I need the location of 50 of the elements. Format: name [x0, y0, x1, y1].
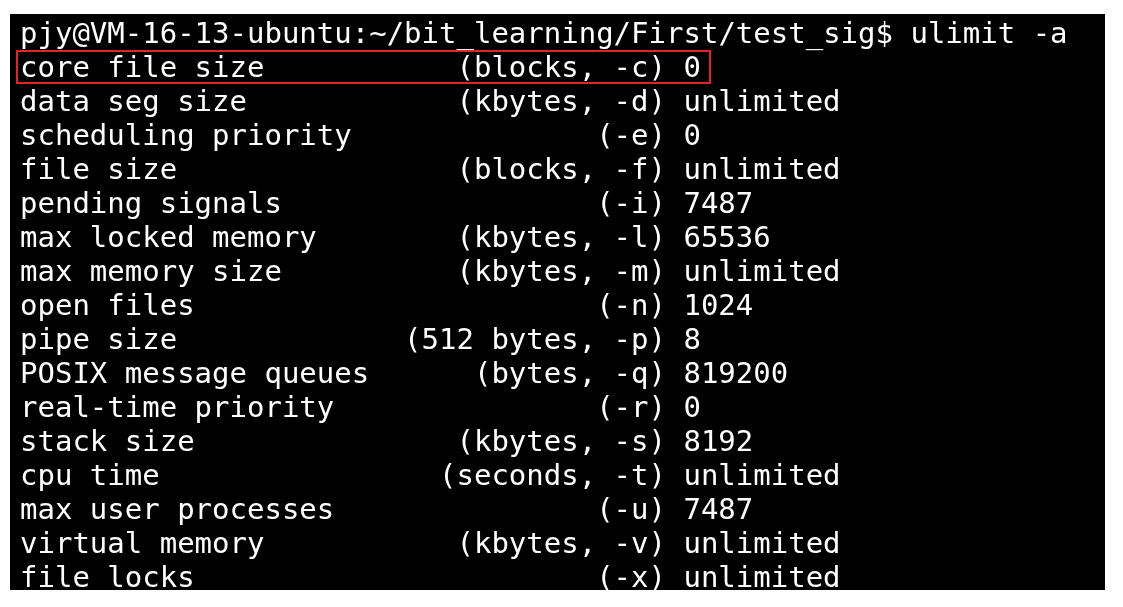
limit-option: (blocks, -f)	[404, 152, 666, 186]
limit-option: (512 bytes, -p)	[404, 322, 666, 356]
limit-option: (-x)	[404, 560, 666, 590]
limit-value: unlimited	[683, 560, 841, 590]
limit-option: (-n)	[404, 288, 666, 322]
limit-value: 0	[683, 50, 701, 84]
limit-name: stack size	[20, 424, 196, 458]
limit-option: (kbytes, -v)	[404, 526, 666, 560]
limit-option: (blocks, -c)	[404, 50, 666, 84]
limit-name: data seg size	[20, 84, 248, 118]
limit-value: 65536	[683, 220, 771, 254]
limit-value: unlimited	[683, 254, 841, 288]
limit-name: max locked memory	[20, 220, 318, 254]
limit-option: (-i)	[404, 186, 666, 220]
limit-name: POSIX message queues	[20, 356, 371, 390]
limit-name: scheduling priority	[20, 118, 353, 152]
limit-name: file locks	[20, 560, 196, 590]
limit-name: max user processes	[20, 492, 336, 526]
limit-option: (bytes, -q)	[404, 356, 666, 390]
limit-value: 0	[683, 390, 701, 424]
limit-option: (kbytes, -s)	[404, 424, 666, 458]
limit-option: (kbytes, -l)	[404, 220, 666, 254]
limit-value: unlimited	[683, 458, 841, 492]
limit-option: (kbytes, -d)	[404, 84, 666, 118]
limit-value: 819200	[683, 356, 789, 390]
limit-option: (-u)	[404, 492, 666, 526]
limit-name: cpu time	[20, 458, 161, 492]
limit-name: file size	[20, 152, 179, 186]
limit-name: pending signals	[20, 186, 283, 220]
limit-name: virtual memory	[20, 526, 266, 560]
shell-prompt: pjy@VM-16-13-ubuntu:~/bit_learning/First/test_sig$	[20, 16, 893, 50]
limit-option: (seconds, -t)	[404, 458, 666, 492]
limit-name: max memory size	[20, 254, 283, 288]
limit-value: unlimited	[683, 84, 841, 118]
limit-value: 1024	[683, 288, 754, 322]
limit-option: (-e)	[404, 118, 666, 152]
limit-value: unlimited	[683, 526, 841, 560]
limit-name: real-time priority	[20, 390, 336, 424]
limit-value: 8192	[683, 424, 754, 458]
command-text: ulimit -a	[910, 16, 1068, 50]
limit-option: (kbytes, -m)	[404, 254, 666, 288]
limit-value: unlimited	[683, 152, 841, 186]
limit-value: 7487	[683, 186, 754, 220]
limit-name: pipe size	[20, 322, 179, 356]
limit-value: 8	[683, 322, 701, 356]
limit-value: 7487	[683, 492, 754, 526]
limit-value: 0	[683, 118, 701, 152]
limit-name: core file size	[20, 50, 266, 84]
limit-option: (-r)	[404, 390, 666, 424]
limit-name: open files	[20, 288, 196, 322]
